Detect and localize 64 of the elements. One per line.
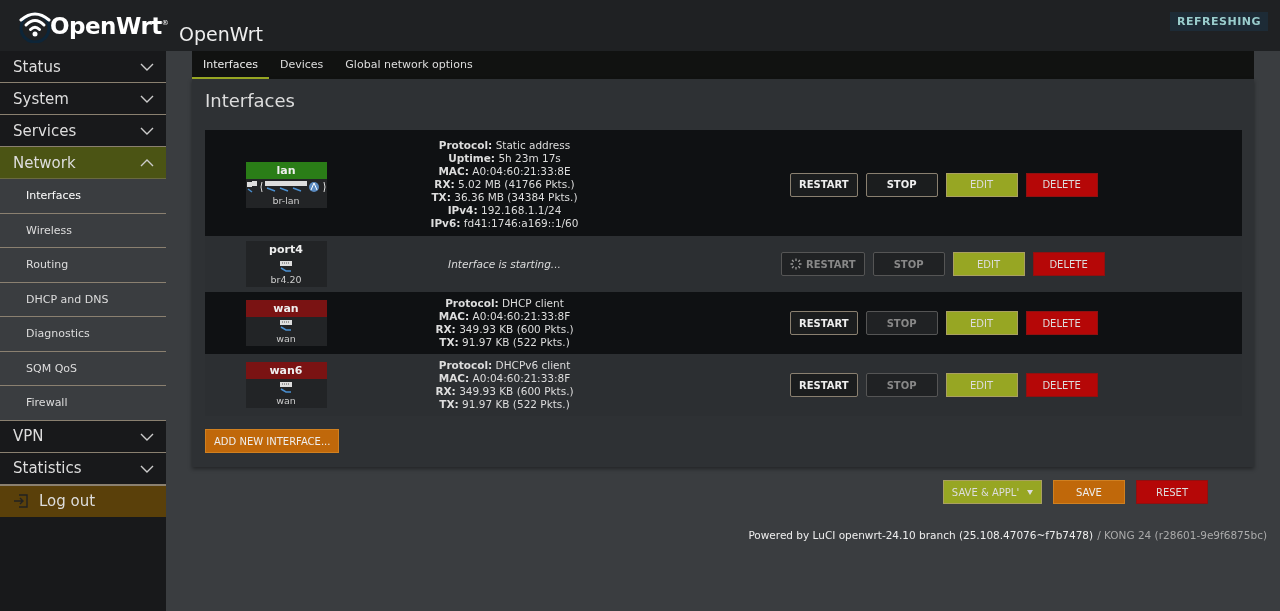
save-button[interactable]: SAVE	[1053, 480, 1125, 504]
menu-item[interactable]: Status	[0, 51, 166, 83]
device-name: br-lan	[272, 194, 300, 206]
delete-button[interactable]: DELETE	[1032, 252, 1105, 276]
add-interface-button[interactable]: ADD NEW INTERFACE...	[205, 429, 340, 453]
menu-item[interactable]: Statistics	[0, 452, 166, 485]
submenu-item[interactable]: Diagnostics	[0, 317, 166, 352]
status-line: Protocol: DHCP client	[445, 297, 564, 310]
spinner-icon	[790, 258, 802, 270]
status-line: RX: 349.93 KB (600 Pkts.)	[435, 385, 574, 398]
logout-item[interactable]: Log out	[0, 484, 166, 517]
restart-button[interactable]: RESTART	[790, 373, 858, 397]
delete-button[interactable]: DELETE	[1025, 373, 1098, 397]
tab[interactable]: Devices	[269, 51, 335, 79]
submenu-item[interactable]: Firewall	[0, 386, 166, 421]
submenu-item[interactable]: Routing	[0, 248, 166, 283]
chevron-icon	[140, 464, 154, 473]
submenu-item[interactable]: Interfaces	[0, 179, 166, 214]
menu-item[interactable]: VPN	[0, 420, 166, 453]
logo-text: OpenWrt$^{®}$	[50, 12, 169, 39]
chevron-icon	[140, 63, 154, 71]
status-line: RX: 5.02 MB (41766 Pkts.)	[434, 178, 575, 191]
reset-button[interactable]: RESET	[1136, 480, 1208, 504]
menu-item[interactable]: Network	[0, 147, 166, 179]
stop-button[interactable]: STOP	[865, 172, 938, 197]
restart-button[interactable]: RESTART	[790, 172, 858, 197]
status-line: Protocol: Static address	[438, 139, 571, 152]
interface-name: wan6	[245, 362, 327, 379]
logout-icon	[13, 493, 29, 509]
interface-name: lan	[245, 161, 327, 179]
chevron-icon	[140, 432, 154, 441]
page-title: OpenWrt	[179, 22, 263, 45]
chevron-icon	[140, 159, 154, 167]
status-line: TX: 91.97 KB (522 Pkts.)	[439, 336, 570, 349]
device-name: br4.20	[270, 274, 302, 285]
submenu-item[interactable]: SQM QoS	[0, 351, 166, 386]
menu-item[interactable]: System	[0, 83, 166, 115]
device-name: wan	[276, 333, 296, 344]
interface-name: wan	[245, 300, 327, 317]
status-line: TX: 91.97 KB (522 Pkts.)	[439, 398, 570, 411]
tab[interactable]: Global network options	[334, 51, 484, 79]
caret-icon	[1027, 489, 1034, 495]
footer-text: Powered by LuCI openwrt-24.10 branch (25.108.47076~f7b7478)	[748, 529, 1094, 541]
section-title: Interfaces	[205, 90, 296, 111]
status-line: MAC: A0:04:60:21:33:8F	[438, 372, 571, 385]
chevron-icon	[140, 95, 154, 103]
status-line: Protocol: DHCPv6 client	[438, 359, 571, 372]
submenu-item[interactable]: Wireless	[0, 213, 166, 248]
device-name: wan	[276, 395, 296, 406]
status-line: TX: 36.36 MB (34384 Pkts.)	[431, 191, 578, 204]
status-line: RX: 349.93 KB (600 Pkts.)	[435, 323, 574, 336]
status-line: IPv6: fd41:1746:a169::1/60	[430, 217, 579, 230]
status-message: Interface is starting...	[448, 257, 561, 271]
status-line: MAC: A0:04:60:21:33:8E	[438, 165, 571, 178]
restart-button[interactable]: RESTART	[790, 311, 858, 335]
status-line: MAC: A0:04:60:21:33:8F	[438, 310, 571, 323]
chevron-icon	[140, 127, 154, 135]
status-line: Uptime: 5h 23m 17s	[448, 152, 561, 165]
status-badge[interactable]: REFRESHING	[1170, 12, 1268, 31]
submenu-item[interactable]: DHCP and DNS	[0, 282, 166, 317]
build-text: / KONG 24 (r28601-9e9f6875bc)	[1097, 529, 1267, 541]
delete-button[interactable]: DELETE	[1025, 172, 1098, 197]
delete-button[interactable]: DELETE	[1025, 311, 1098, 335]
status-line: IPv4: 192.168.1.1/24	[447, 204, 562, 217]
